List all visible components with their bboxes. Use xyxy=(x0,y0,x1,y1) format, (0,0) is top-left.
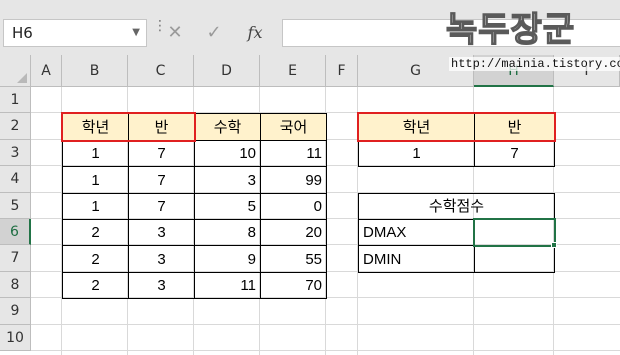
name-box[interactable]: H6 ▼ xyxy=(3,19,147,47)
insert-function-icon[interactable]: fx xyxy=(240,19,270,47)
row-header-2[interactable]: 2 xyxy=(0,113,31,140)
table-cell[interactable]: 2 xyxy=(62,272,129,299)
watermark-logo: 녹두장군 xyxy=(445,9,576,50)
row-header-5[interactable]: 5 xyxy=(0,193,31,219)
table-cell[interactable]: 1 xyxy=(62,166,129,194)
row-header-7[interactable]: 7 xyxy=(0,245,31,272)
criteria-header-cell[interactable]: 반 xyxy=(474,113,555,141)
table-cell[interactable]: 3 xyxy=(128,245,195,273)
criteria-value-cell[interactable]: 1 xyxy=(358,140,475,167)
row-header-9[interactable]: 9 xyxy=(0,298,31,325)
table-cell[interactable]: 5 xyxy=(194,193,261,220)
column-header-f[interactable]: F xyxy=(326,55,358,87)
row-header-6[interactable]: 6 xyxy=(0,219,31,245)
table-header-cell[interactable]: 국어 xyxy=(260,113,327,141)
column-header-d[interactable]: D xyxy=(194,55,260,87)
column-header-c[interactable]: C xyxy=(128,55,194,87)
table-cell[interactable]: 7 xyxy=(128,193,195,220)
table-cell[interactable]: 0 xyxy=(260,193,327,220)
table-cell[interactable]: 7 xyxy=(128,166,195,194)
table-cell[interactable]: 3 xyxy=(128,219,195,246)
row-header-1[interactable]: 1 xyxy=(0,87,31,113)
chevron-down-icon[interactable]: ▼ xyxy=(132,20,140,46)
table-cell[interactable]: 2 xyxy=(62,245,129,273)
cancel-icon[interactable]: ✕ xyxy=(160,19,190,47)
table-cell[interactable]: 70 xyxy=(260,272,327,299)
worksheet-grid[interactable]: 학년 반 수학 국어 1 7 10 11 1 7 3 99 1 7 5 0 2 3 8 20 2 3 9 55 2 3 11 70 학년… xyxy=(31,87,620,355)
enter-icon[interactable]: ✓ xyxy=(199,19,229,47)
criteria-header-cell[interactable]: 학년 xyxy=(358,113,475,141)
table-cell[interactable]: 2 xyxy=(62,219,129,246)
column-header-a[interactable]: A xyxy=(31,55,62,87)
table-header-cell[interactable]: 반 xyxy=(128,113,195,141)
table-cell[interactable]: 1 xyxy=(62,193,129,220)
result-label-cell[interactable]: DMIN xyxy=(358,245,475,273)
row-header-4[interactable]: 4 xyxy=(0,166,31,193)
table-cell[interactable]: 3 xyxy=(194,166,261,194)
table-cell[interactable]: 20 xyxy=(260,219,327,246)
row-header-10[interactable]: 10 xyxy=(0,325,31,351)
criteria-value-cell[interactable]: 7 xyxy=(474,140,555,167)
result-value-cell[interactable] xyxy=(474,245,555,273)
name-box-value: H6 xyxy=(12,24,33,42)
table-cell[interactable]: 11 xyxy=(260,140,327,167)
column-header-e[interactable]: E xyxy=(260,55,326,87)
result-label-cell[interactable]: DMAX xyxy=(358,219,475,246)
table-cell[interactable]: 8 xyxy=(194,219,261,246)
select-all-corner[interactable] xyxy=(0,55,31,87)
table-cell[interactable]: 10 xyxy=(194,140,261,167)
table-header-cell[interactable]: 학년 xyxy=(62,113,129,141)
row-header-8[interactable]: 8 xyxy=(0,272,31,298)
table-cell[interactable]: 55 xyxy=(260,245,327,273)
select-all-icon xyxy=(17,73,27,83)
result-title-cell[interactable]: 수학점수 xyxy=(358,193,555,220)
watermark-url: http://mainia.tistory.com xyxy=(449,57,620,71)
fill-handle[interactable] xyxy=(551,242,557,248)
table-cell[interactable]: 3 xyxy=(128,272,195,299)
table-cell[interactable]: 9 xyxy=(194,245,261,273)
table-cell[interactable]: 7 xyxy=(128,140,195,167)
row-header-3[interactable]: 3 xyxy=(0,140,31,166)
table-cell[interactable]: 1 xyxy=(62,140,129,167)
column-header-b[interactable]: B xyxy=(62,55,128,87)
table-header-cell[interactable]: 수학 xyxy=(194,113,261,141)
table-cell[interactable]: 99 xyxy=(260,166,327,194)
table-cell[interactable]: 11 xyxy=(194,272,261,299)
active-cell-border[interactable] xyxy=(473,218,556,247)
